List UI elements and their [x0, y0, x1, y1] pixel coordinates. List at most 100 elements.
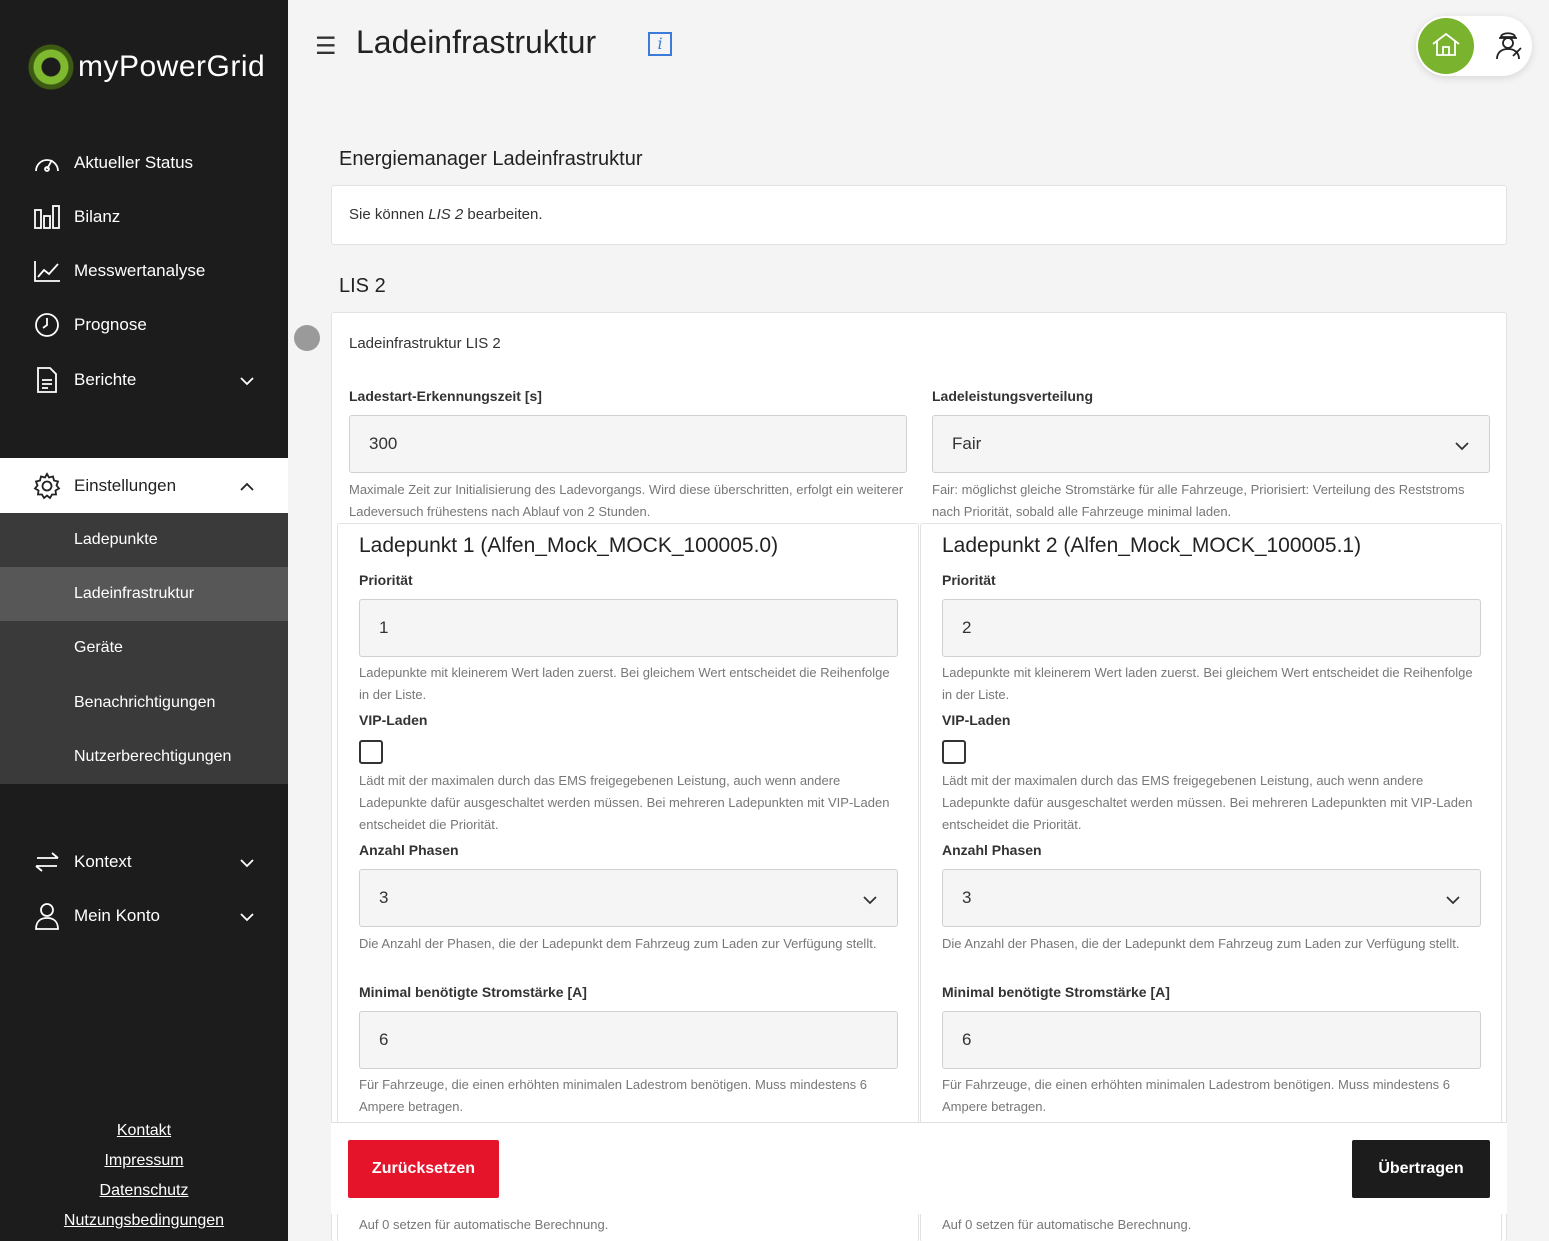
priority-input[interactable]: 2 [942, 599, 1481, 657]
min-current-input[interactable]: 6 [359, 1011, 898, 1069]
phases-value: 3 [962, 888, 972, 907]
sidebar-item-label: Berichte [74, 370, 137, 389]
vip-hint: Lädt mit der maximalen durch das EMS fre… [942, 773, 1473, 832]
chevron-down-icon [240, 907, 254, 927]
min-current-label: Minimal benötigte Stromstärke [A] [942, 984, 1170, 1000]
bar-chart-icon [32, 202, 62, 232]
swap-arrows-icon [32, 847, 62, 877]
gear-icon [32, 471, 62, 501]
notice-lis-name: LIS 2 [428, 206, 464, 223]
sidebar-item-messwertanalyse[interactable]: Messwertanalyse [0, 244, 288, 298]
distribution-select[interactable]: Fair [932, 415, 1490, 473]
distribution-hint: Fair: möglichst gleiche Stromstärke für … [932, 482, 1465, 519]
phases-select[interactable]: 3 [942, 869, 1481, 927]
priority-label: Priorität [359, 572, 413, 588]
phases-value: 3 [379, 888, 389, 907]
priority-label: Priorität [942, 572, 996, 588]
sidebar-item-label: Bilanz [74, 207, 121, 226]
detect-time-label: Ladestart-Erkennungszeit [s] [349, 388, 542, 404]
sidebar-item-kontext[interactable]: Kontext [0, 835, 288, 889]
action-bar: Zurücksetzen Übertragen [331, 1122, 1507, 1214]
phases-hint: Die Anzahl der Phasen, die der Ladepunkt… [942, 936, 1460, 951]
priority-hint: Ladepunkte mit kleinerem Wert laden zuer… [942, 665, 1473, 702]
vip-checkbox[interactable] [942, 740, 966, 764]
sidebar-subitem-geraete[interactable]: Geräte [0, 621, 288, 675]
detect-time-input[interactable]: 300 [349, 415, 907, 473]
sidebar-item-berichte[interactable]: Berichte [0, 353, 288, 407]
link-nutzungsbedingungen[interactable]: Nutzungsbedingungen [0, 1206, 288, 1236]
sidebar-item-mein-konto[interactable]: Mein Konto [0, 889, 288, 943]
phases-hint: Die Anzahl der Phasen, die der Ladepunkt… [359, 936, 877, 951]
ladepunkt-title: Ladepunkt 1 (Alfen_Mock_MOCK_100005.0) [359, 534, 779, 557]
brand-logo[interactable]: myPowerGrid [28, 44, 265, 90]
notice-text: Sie können LIS 2 bearbeiten. [349, 206, 543, 223]
sidebar-item-label: Kontext [74, 852, 132, 871]
settings-submenu: Ladepunkte Ladeinfrastruktur Geräte Bena… [0, 513, 288, 784]
logo-ring-icon [28, 44, 74, 90]
chevron-down-icon [1455, 436, 1469, 456]
vip-hint: Lädt mit der maximalen durch das EMS fre… [359, 773, 890, 832]
vip-label: VIP-Laden [942, 712, 1011, 728]
min-current-label: Minimal benötigte Stromstärke [A] [359, 984, 587, 1000]
sidebar-subitem-nutzerberechtigungen[interactable]: Nutzerberechtigungen [0, 730, 288, 784]
chevron-down-icon [1446, 890, 1460, 910]
reset-button[interactable]: Zurücksetzen [348, 1140, 499, 1198]
phases-label: Anzahl Phasen [359, 842, 459, 858]
chevron-down-icon [863, 890, 877, 910]
sidebar-item-prognose[interactable]: Prognose [0, 298, 288, 352]
distribution-value: Fair [952, 434, 982, 453]
submit-button[interactable]: Übertragen [1352, 1140, 1490, 1198]
chevron-up-icon [240, 476, 254, 496]
hamburger-menu-icon[interactable]: ☰ [315, 32, 337, 61]
ladepunkt-title: Ladepunkt 2 (Alfen_Mock_MOCK_100005.1) [942, 534, 1362, 557]
document-icon [32, 365, 62, 395]
detect-time-hint: Maximale Zeit zur Initialisierung des La… [349, 482, 904, 519]
sidebar-subitem-ladepunkte[interactable]: Ladepunkte [0, 513, 288, 567]
priority-input[interactable]: 1 [359, 599, 898, 657]
user-icon [32, 901, 62, 931]
link-kontakt[interactable]: Kontakt [0, 1116, 288, 1146]
sidebar-item-bilanz[interactable]: Bilanz [0, 190, 288, 244]
sidebar: myPowerGrid Aktueller Status Bilanz Mess… [0, 0, 288, 1241]
sidebar-item-aktueller-status[interactable]: Aktueller Status [0, 136, 288, 190]
status-dot [294, 325, 320, 351]
sidebar-item-label: Mein Konto [74, 906, 160, 925]
vip-label: VIP-Laden [359, 712, 428, 728]
clock-icon [32, 310, 62, 340]
sidebar-item-einstellungen[interactable]: Einstellungen [0, 458, 288, 513]
phases-select[interactable]: 3 [359, 869, 898, 927]
chevron-down-icon [240, 853, 254, 873]
link-impressum[interactable]: Impressum [0, 1146, 288, 1176]
link-datenschutz[interactable]: Datenschutz [0, 1176, 288, 1206]
line-chart-icon [32, 256, 62, 286]
min-current-input[interactable]: 6 [942, 1011, 1481, 1069]
footer-links: Kontakt Impressum Datenschutz Nutzungsbe… [0, 1116, 288, 1236]
lis-section-title: LIS 2 [339, 275, 386, 297]
installer-button[interactable] [1488, 26, 1528, 66]
sidebar-item-label: Messwertanalyse [74, 261, 206, 280]
info-icon[interactable]: i [648, 32, 672, 56]
home-grid-button[interactable] [1418, 18, 1474, 74]
energy-manager-title: Energiemanager Ladeinfrastruktur [339, 148, 643, 170]
priority-hint: Ladepunkte mit kleinerem Wert laden zuer… [359, 665, 890, 702]
brand-name: myPowerGrid [78, 50, 266, 83]
vip-checkbox[interactable] [359, 740, 383, 764]
auto-calc-hint: Auf 0 setzen für automatische Berechnung… [942, 1217, 1192, 1232]
phases-label: Anzahl Phasen [942, 842, 1042, 858]
sidebar-subitem-ladeinfrastruktur[interactable]: Ladeinfrastruktur [0, 567, 288, 621]
notice-prefix: Sie können [349, 206, 429, 223]
chevron-down-icon [240, 371, 254, 391]
home-icon [1431, 31, 1461, 62]
notice-suffix: bearbeiten. [463, 206, 543, 223]
page-title: Ladeinfrastruktur [356, 24, 597, 60]
sidebar-item-label: Prognose [74, 315, 147, 334]
sidebar-subitem-benachrichtigungen[interactable]: Benachrichtigungen [0, 676, 288, 730]
sidebar-item-label: Einstellungen [74, 475, 177, 495]
lis-card-title: Ladeinfrastruktur LIS 2 [349, 335, 501, 352]
min-current-hint: Für Fahrzeuge, die einen erhöhten minima… [359, 1077, 868, 1114]
auto-calc-hint: Auf 0 setzen für automatische Berechnung… [359, 1217, 609, 1232]
min-current-hint: Für Fahrzeuge, die einen erhöhten minima… [942, 1077, 1451, 1114]
notice-card: Sie können LIS 2 bearbeiten. [331, 185, 1507, 245]
distribution-label: Ladeleistungsverteilung [932, 388, 1094, 404]
gauge-icon [32, 148, 62, 178]
